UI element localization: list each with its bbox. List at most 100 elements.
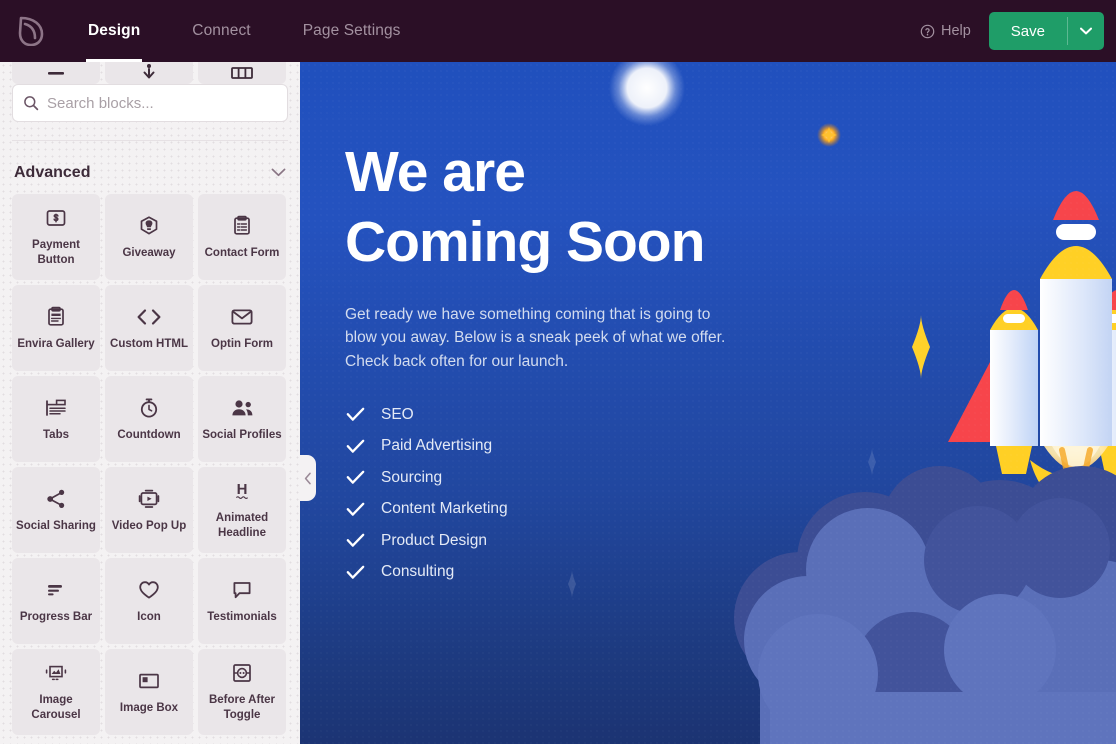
feature-item: Consulting [345, 556, 820, 588]
block-tile-label: Before After Toggle [208, 694, 276, 721]
block-tile-optin-form[interactable]: Optin Form [198, 285, 286, 371]
check-icon [345, 439, 365, 454]
block-tile-divider[interactable] [12, 62, 100, 84]
check-icon [345, 533, 365, 548]
block-tile-grid: Payment Button Giveaway Contact Form Env… [12, 194, 288, 735]
feature-label: Consulting [381, 563, 455, 581]
block-tile-label: Envira Gallery [17, 337, 95, 350]
feature-item: Content Marketing [345, 493, 820, 525]
image-box-icon [137, 669, 161, 693]
block-tile-icon[interactable]: Icon [105, 558, 193, 644]
coming-soon-content: We are Coming Soon Get ready we have som… [300, 62, 820, 744]
block-tile-label: Video Pop Up [111, 519, 187, 532]
feature-label: Sourcing [381, 468, 443, 486]
check-icon [345, 502, 365, 517]
block-tile-label: Giveaway [122, 246, 176, 259]
search-blocks-wrapper [12, 84, 288, 122]
feature-label: Content Marketing [381, 500, 508, 518]
save-button[interactable]: Save [989, 12, 1067, 50]
block-tile-label: Image Carousel [31, 694, 81, 721]
block-tile-columns[interactable] [198, 62, 286, 84]
help-button[interactable]: Help [920, 23, 971, 39]
save-button-group: Save [988, 12, 1104, 50]
block-tile-label: Testimonials [207, 610, 277, 623]
block-tile-payment-button[interactable]: Payment Button [12, 194, 100, 280]
search-blocks-box[interactable] [12, 84, 288, 122]
question-circle-icon [920, 24, 935, 39]
users-icon [229, 396, 255, 420]
tab-page-settings-label: Page Settings [302, 22, 401, 39]
form-clipboard-icon [231, 214, 253, 238]
check-icon [345, 565, 365, 580]
save-dropdown-button[interactable] [1068, 12, 1104, 50]
feature-item: Paid Advertising [345, 430, 820, 462]
page-preview-canvas: We are Coming Soon Get ready we have som… [300, 62, 1116, 744]
block-tile-video-popup[interactable]: Video Pop Up [105, 467, 193, 553]
code-brackets-icon [136, 305, 162, 329]
svg-text:H: H [237, 481, 248, 498]
block-tile-image-carousel[interactable]: Image Carousel [12, 649, 100, 735]
chevron-left-icon [304, 472, 312, 485]
block-tile-progress-bar[interactable]: Progress Bar [12, 558, 100, 644]
speech-bubble-icon [231, 578, 253, 602]
columns-icon [230, 65, 254, 81]
block-tile-envira-gallery[interactable]: Envira Gallery [12, 285, 100, 371]
block-tile-custom-html[interactable]: Custom HTML [105, 285, 193, 371]
tab-connect-label: Connect [192, 22, 251, 39]
gift-badge-icon [138, 214, 160, 238]
block-tile-animated-headline[interactable]: H Animated Headline [198, 467, 286, 553]
dollar-square-icon [45, 206, 67, 230]
block-tile-giveaway[interactable]: Giveaway [105, 194, 193, 280]
block-tile-tabs[interactable]: Tabs [12, 376, 100, 462]
block-tile-label: Social Sharing [16, 519, 96, 532]
block-tile-label: Social Profiles [202, 428, 282, 441]
feature-item: SEO [345, 399, 820, 431]
chevron-down-icon [1080, 27, 1092, 35]
anchor-icon [139, 63, 159, 81]
tab-connect[interactable]: Connect [166, 0, 276, 62]
page-subtext: Get ready we have something coming that … [345, 306, 726, 370]
sidebar-collapse-handle[interactable] [300, 455, 316, 501]
block-tile-countdown[interactable]: Countdown [105, 376, 193, 462]
block-tile-testimonials[interactable]: Testimonials [198, 558, 286, 644]
block-tile-before-after-toggle[interactable]: Before After Toggle [198, 649, 286, 735]
search-input[interactable] [47, 94, 277, 112]
blocks-sidebar: Advanced Payment Button [0, 62, 300, 744]
block-tile-anchor[interactable] [105, 62, 193, 84]
divider-icon [45, 65, 67, 81]
tab-design[interactable]: Design [62, 0, 166, 62]
envelope-icon [230, 305, 254, 329]
feature-list: SEO Paid Advertising Sourcing Content Ma… [345, 399, 820, 588]
help-label: Help [940, 23, 971, 39]
heart-icon [137, 578, 161, 602]
chevron-down-icon[interactable] [271, 164, 286, 182]
page-title: We are Coming Soon [345, 140, 705, 274]
brand-logo[interactable] [0, 0, 62, 62]
block-tile-label: Image Box [119, 701, 179, 714]
feature-item: Sourcing [345, 462, 820, 494]
block-tile-social-profiles[interactable]: Social Profiles [198, 376, 286, 462]
section-advanced-title: Advanced [14, 164, 91, 181]
feature-label: SEO [381, 405, 414, 423]
block-tile-label: Optin Form [211, 337, 273, 350]
block-tile-label: Contact Form [204, 246, 280, 259]
search-icon [23, 95, 39, 111]
tab-page-settings[interactable]: Page Settings [277, 0, 427, 62]
block-tile-label: Animated Headline [215, 512, 269, 539]
top-bar-actions: Help Save [920, 0, 1116, 62]
progress-bars-icon [44, 578, 68, 602]
animated-h-icon: H [231, 479, 253, 503]
top-bar: Design Connect Page Settings Help Save [0, 0, 1116, 62]
app-root: Design Connect Page Settings Help Save S… [0, 0, 1116, 744]
block-tile-image-box[interactable]: Image Box [105, 649, 193, 735]
feature-item: Product Design [345, 525, 820, 557]
check-icon [345, 407, 365, 422]
block-tile-social-sharing[interactable]: Social Sharing [12, 467, 100, 553]
feature-label: Product Design [381, 531, 487, 549]
block-tile-contact-form[interactable]: Contact Form [198, 194, 286, 280]
sidebar-divider [12, 140, 288, 141]
feature-label: Paid Advertising [381, 437, 493, 455]
image-carousel-icon [43, 661, 69, 685]
check-icon [345, 470, 365, 485]
section-advanced-header[interactable]: Advanced [0, 152, 300, 194]
